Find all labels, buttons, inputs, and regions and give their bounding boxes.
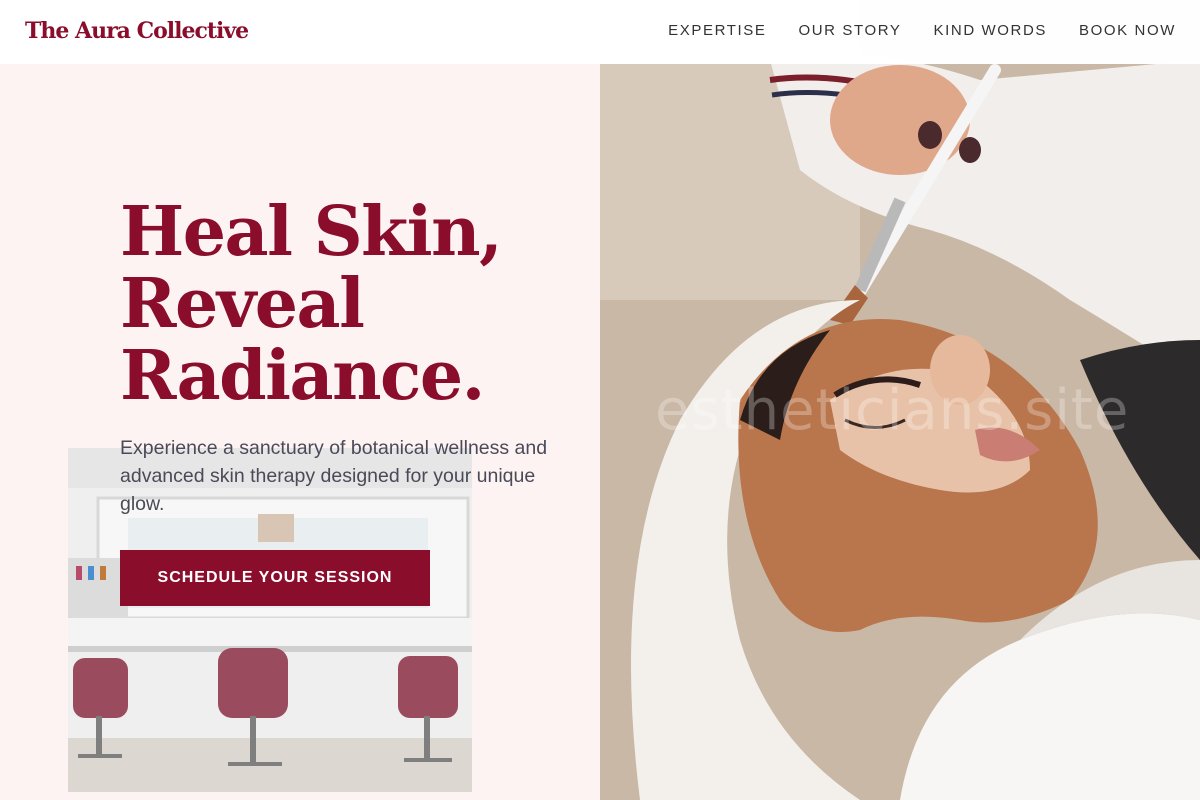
hero-subtext: Experience a sanctuary of botanical well… bbox=[120, 437, 548, 515]
nav-expertise[interactable]: EXPERTISE bbox=[668, 22, 766, 39]
hero-headline: Heal Skin, Reveal Radiance. bbox=[120, 196, 590, 412]
headline-line-2: Reveal bbox=[120, 264, 365, 344]
nav-book-now[interactable]: BOOK NOW bbox=[1079, 22, 1176, 39]
headline-line-1: Heal Skin, bbox=[120, 192, 503, 272]
watermark-text: estheticians.site bbox=[655, 378, 1130, 443]
main-nav: EXPERTISE OUR STORY KIND WORDS BOOK NOW bbox=[668, 22, 1176, 39]
schedule-session-button[interactable]: SCHEDULE YOUR SESSION bbox=[120, 550, 430, 606]
nav-kind-words[interactable]: KIND WORDS bbox=[934, 22, 1048, 39]
headline-line-3: Radiance. bbox=[120, 336, 485, 416]
brand-logo[interactable]: The Aura Collective bbox=[25, 18, 249, 44]
nav-our-story[interactable]: OUR STORY bbox=[798, 22, 901, 39]
header: The Aura Collective EXPERTISE OUR STORY … bbox=[0, 0, 1200, 64]
page: The Aura Collective EXPERTISE OUR STORY … bbox=[0, 0, 1200, 800]
